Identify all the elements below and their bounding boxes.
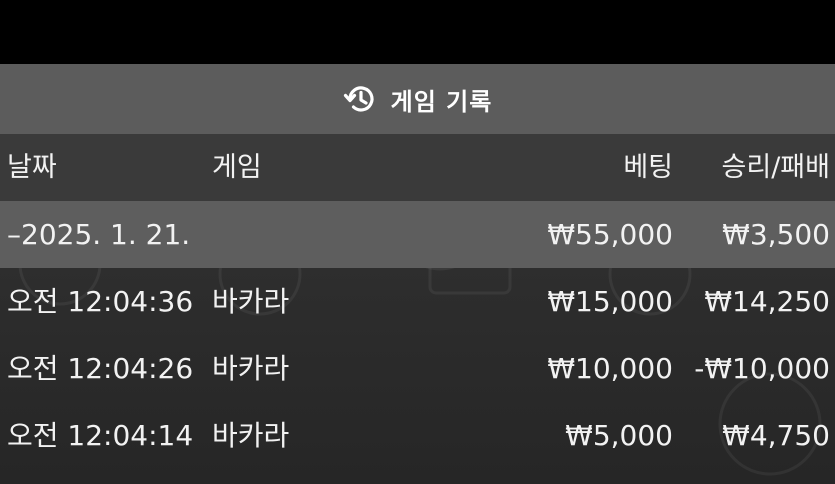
header-bet: 베팅 (623, 152, 673, 183)
row-game: 바카라 (212, 285, 290, 318)
date-group-row[interactable]: –2025. 1. 21. ₩55,000 ₩3,500 (0, 201, 835, 268)
row-result: ₩4,750 (722, 419, 830, 452)
date-group-result-total: ₩3,500 (722, 218, 830, 251)
table-header: 날짜 게임 베팅 승리/패배 (0, 134, 835, 201)
header-result: 승리/패배 (721, 152, 830, 183)
row-time: 오전 12:04:14 (7, 419, 194, 452)
row-game: 바카라 (212, 352, 290, 385)
row-game: 바카라 (212, 419, 290, 452)
top-black-bar (0, 0, 835, 64)
date-group-bet-total: ₩55,000 (547, 218, 673, 251)
header-game: 게임 (212, 152, 262, 183)
row-time: 오전 12:04:26 (7, 352, 194, 385)
row-bet: ₩5,000 (565, 419, 673, 452)
game-history-panel: 게임 기록 날짜 게임 베팅 승리/패배 –2025. 1. 21. ₩55,0… (0, 64, 835, 484)
table-row[interactable]: 오전 12:04:26 바카라 ₩10,000 -₩10,000 (0, 335, 835, 402)
row-result: -₩10,000 (694, 352, 830, 385)
date-group-label: –2025. 1. 21. (7, 218, 191, 251)
table-row[interactable]: 오전 12:04:14 바카라 ₩5,000 ₩4,750 (0, 402, 835, 469)
row-time: 오전 12:04:36 (7, 285, 194, 318)
row-bet: ₩15,000 (547, 285, 673, 318)
page-title: 게임 기록 (390, 87, 493, 116)
history-icon (343, 82, 377, 116)
table-row[interactable]: 오전 12:04:36 바카라 ₩15,000 ₩14,250 (0, 268, 835, 335)
header-date: 날짜 (7, 152, 57, 183)
title-bar: 게임 기록 (0, 64, 835, 134)
row-result: ₩14,250 (704, 285, 830, 318)
row-bet: ₩10,000 (547, 352, 673, 385)
